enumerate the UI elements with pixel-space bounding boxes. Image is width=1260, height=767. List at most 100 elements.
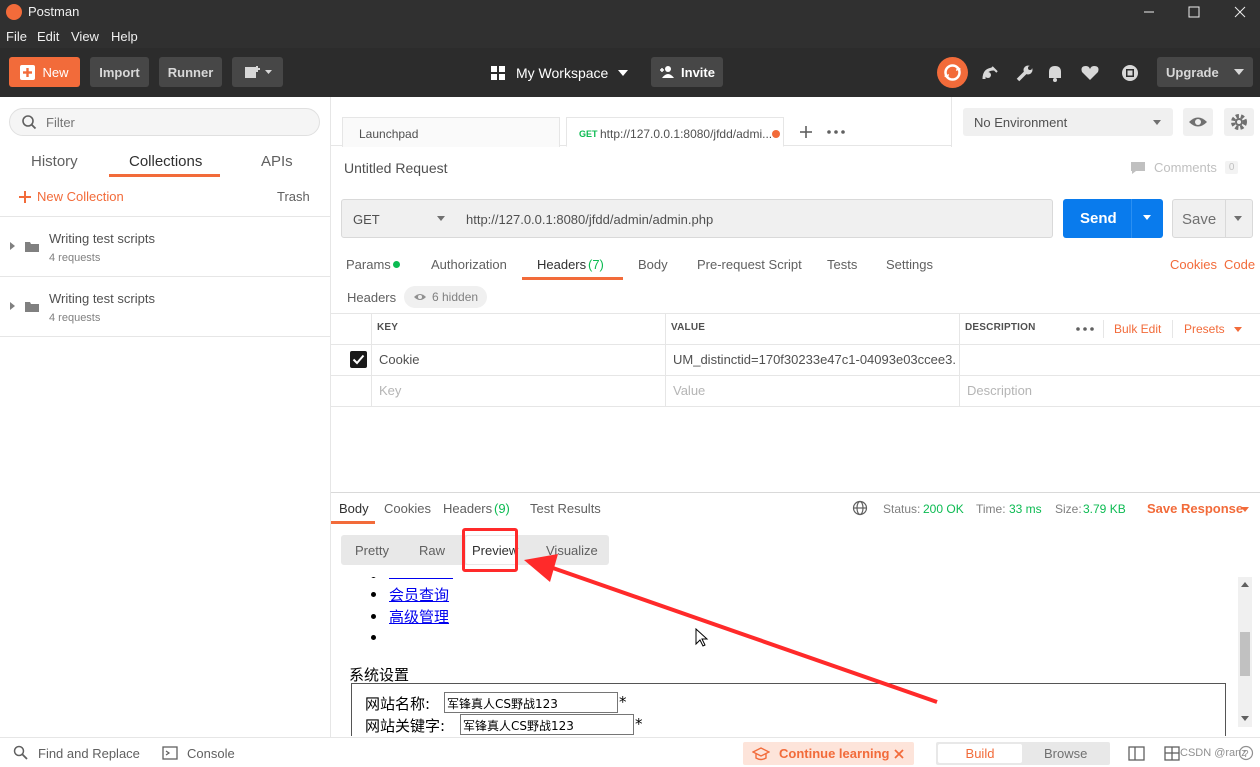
folder-icon	[25, 242, 39, 252]
response-tab-body[interactable]: Body	[339, 501, 369, 516]
scrollbar-thumb[interactable]	[1240, 632, 1250, 676]
save-button[interactable]: Save	[1172, 199, 1253, 238]
send-divider	[1131, 199, 1132, 238]
status-value[interactable]: 200 OK	[923, 502, 964, 516]
tab-authorization[interactable]: Authorization	[431, 257, 507, 272]
heart-icon[interactable]	[1080, 63, 1100, 83]
key-input[interactable]: Key	[379, 383, 401, 398]
save-response-dropdown[interactable]: Save Response	[1147, 501, 1243, 516]
more-options-icon[interactable]	[1075, 325, 1095, 333]
upgrade-button[interactable]: Upgrade	[1157, 57, 1253, 87]
header-value-cell[interactable]: UM_distinctid=170f30233e47c1-04093e03cce…	[673, 352, 955, 367]
send-button[interactable]: Send	[1063, 199, 1163, 238]
time-value[interactable]: 33 ms	[1009, 502, 1042, 516]
value-input[interactable]: Value	[673, 383, 705, 398]
tab-history[interactable]: History	[31, 153, 78, 170]
caret-right-icon	[10, 242, 15, 250]
presets-dropdown[interactable]: Presets	[1184, 322, 1225, 336]
tab-active-request[interactable]: GET http://127.0.0.1:8080/jfdd/admi...	[566, 117, 784, 147]
view-mode-pretty[interactable]: Pretty	[355, 543, 389, 558]
console-button[interactable]: Console	[187, 746, 235, 761]
header-checkbox[interactable]	[350, 351, 367, 368]
url-field[interactable]: http://127.0.0.1:8080/jfdd/admin/admin.p…	[456, 199, 1053, 238]
tab-prerequest[interactable]: Pre-request Script	[697, 257, 802, 272]
response-tab-cookies[interactable]: Cookies	[384, 501, 431, 516]
close-window-icon[interactable]	[1226, 0, 1256, 24]
close-icon[interactable]	[893, 748, 905, 760]
tab-launchpad[interactable]: Launchpad	[342, 117, 560, 147]
response-tab-test-results[interactable]: Test Results	[530, 501, 601, 516]
cut-off-link	[389, 577, 453, 579]
header-key-cell[interactable]: Cookie	[379, 352, 419, 367]
status-label: Status:	[883, 502, 921, 516]
table-row-border	[331, 375, 1260, 376]
scroll-down-icon[interactable]	[1238, 713, 1252, 725]
preview-link[interactable]: 会员查询	[389, 584, 449, 605]
tab-tests[interactable]: Tests	[827, 257, 857, 272]
trash-link[interactable]: Trash	[277, 189, 310, 204]
bell-icon[interactable]	[1045, 63, 1065, 83]
cookies-link[interactable]: Cookies	[1170, 257, 1217, 272]
build-mode[interactable]: Build	[938, 744, 1022, 763]
add-tab-icon[interactable]	[798, 124, 814, 140]
browse-mode[interactable]: Browse	[1044, 746, 1087, 761]
method-select[interactable]: GET	[341, 199, 457, 238]
capture-icon[interactable]	[1120, 63, 1140, 83]
response-tab-headers[interactable]: Headers	[443, 501, 492, 516]
settings-gear-icon[interactable]	[1224, 108, 1254, 136]
globe-icon[interactable]	[852, 500, 868, 516]
eye-icon[interactable]	[1183, 108, 1213, 136]
tab-apis[interactable]: APIs	[261, 153, 293, 170]
collection-item[interactable]: Writing test scripts 4 requests	[0, 277, 330, 337]
sync-icon[interactable]	[937, 57, 968, 88]
filter-input[interactable]	[46, 113, 306, 131]
preview-scrollbar[interactable]	[1238, 577, 1252, 727]
tab-launchpad-label: Launchpad	[359, 127, 419, 141]
tab-settings[interactable]: Settings	[886, 257, 933, 272]
filter-box[interactable]	[9, 108, 320, 136]
continue-learning-banner[interactable]: Continue learning	[743, 742, 914, 765]
comments-button[interactable]: Comments 0	[1130, 160, 1239, 175]
hidden-headers-toggle[interactable]: 6 hidden	[404, 286, 487, 308]
add-user-icon	[660, 66, 675, 78]
code-link[interactable]: Code	[1224, 257, 1255, 272]
new-window-button[interactable]	[232, 57, 283, 87]
description-input[interactable]: Description	[967, 383, 1032, 398]
satellite-icon[interactable]	[980, 63, 1000, 83]
import-button[interactable]: Import	[90, 57, 149, 87]
chevron-down-icon[interactable]	[1233, 215, 1243, 223]
new-button[interactable]: New	[9, 57, 80, 87]
layout-icon[interactable]	[1164, 746, 1180, 762]
workspace-selector[interactable]: My Workspace	[490, 62, 630, 84]
headers-section-label: Headers	[347, 290, 397, 305]
new-collection-button[interactable]: New Collection	[18, 189, 124, 204]
tab-body[interactable]: Body	[638, 257, 668, 272]
size-value[interactable]: 3.79 KB	[1083, 502, 1126, 516]
preview-link[interactable]: 高级管理	[389, 606, 449, 627]
chevron-down-icon[interactable]	[1142, 214, 1152, 222]
maximize-icon[interactable]	[1180, 0, 1210, 24]
environment-select[interactable]: No Environment	[963, 108, 1173, 136]
runner-button[interactable]: Runner	[159, 57, 222, 87]
menu-help[interactable]: Help	[111, 29, 138, 44]
scroll-up-icon[interactable]	[1238, 579, 1252, 591]
minimize-icon[interactable]	[1135, 0, 1165, 24]
invite-button[interactable]: Invite	[651, 57, 723, 87]
menu-view[interactable]: View	[71, 29, 99, 44]
find-replace-button[interactable]: Find and Replace	[38, 746, 140, 761]
tab-headers[interactable]: Headers	[537, 257, 586, 272]
tab-more-icon[interactable]	[826, 128, 846, 136]
list-bullet	[371, 592, 376, 597]
wrench-icon[interactable]	[1015, 63, 1035, 83]
view-mode-raw[interactable]: Raw	[419, 543, 445, 558]
two-pane-icon[interactable]	[1128, 746, 1146, 762]
tab-collections[interactable]: Collections	[129, 153, 202, 170]
request-title[interactable]: Untitled Request	[344, 160, 448, 176]
menu-file[interactable]: File	[6, 29, 27, 44]
tab-params[interactable]: Params	[346, 257, 391, 272]
eye-icon	[414, 294, 426, 300]
bulk-edit-link[interactable]: Bulk Edit	[1114, 322, 1161, 336]
help-icon[interactable]: ?	[1238, 745, 1254, 761]
menu-edit[interactable]: Edit	[37, 29, 59, 44]
collection-item[interactable]: Writing test scripts 4 requests	[0, 217, 330, 277]
